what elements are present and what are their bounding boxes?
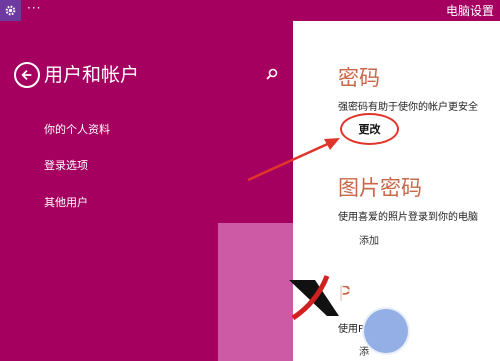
watermark-sub-text: 好装机 [414, 322, 468, 343]
sidebar-item-signin-options[interactable]: 登录选项 [44, 157, 88, 173]
password-description: 强密码有助于使你的帐户更安全 [338, 102, 478, 113]
settings-gear-icon[interactable] [0, 0, 21, 21]
title-bar: ··· 电脑设置 [0, 0, 500, 21]
picture-password-add-link[interactable]: 添加 [359, 232, 379, 247]
annotation-arrow-icon [247, 138, 340, 182]
sidebar-title: 用户和帐户 [44, 64, 140, 86]
window-title: 电脑设置 [445, 4, 494, 18]
picture-password-title: 图片密码 [338, 176, 422, 200]
pin-description: 使用P [338, 324, 365, 335]
back-arrow-icon[interactable] [14, 62, 40, 88]
picture-password-description: 使用喜爱的照片登录到你的电脑 [338, 212, 478, 223]
title-menu[interactable]: ··· [27, 1, 41, 15]
search-icon[interactable] [265, 66, 279, 80]
watermark-badge-icon [362, 307, 410, 355]
password-title: 密码 [338, 66, 380, 90]
sidebar-item-profile[interactable]: 你的个人资料 [44, 121, 110, 137]
sidebar-panel-highlight [218, 223, 293, 361]
watermark-main-text: 自由互联 [336, 279, 448, 310]
sidebar-item-other-users[interactable]: 其他用户 [44, 194, 88, 210]
